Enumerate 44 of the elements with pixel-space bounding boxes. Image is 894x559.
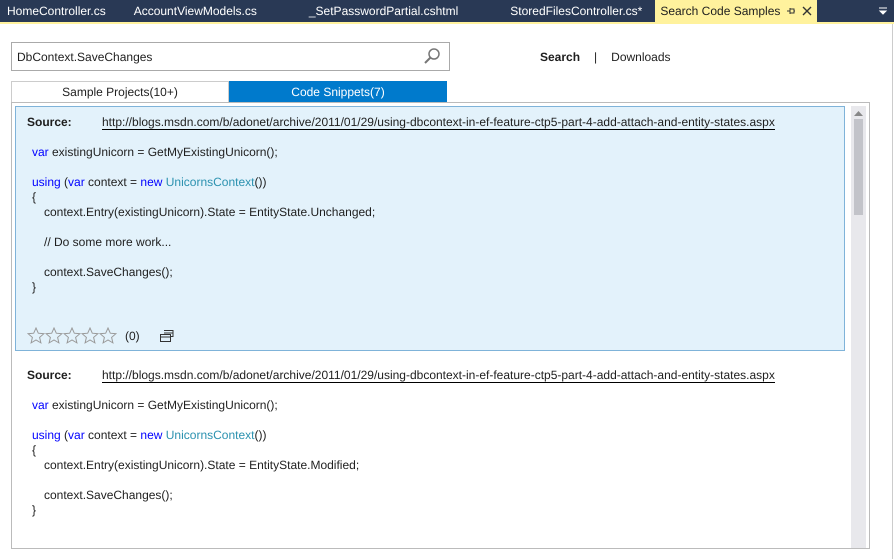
document-tab[interactable]: HomeController.cs: [2, 0, 111, 22]
copy-icon[interactable]: [160, 330, 174, 342]
scrollbar-thumb[interactable]: [854, 119, 863, 215]
code-line: context.SaveChanges();: [44, 488, 173, 502]
document-tab[interactable]: _SetPasswordPartial.cshtml: [304, 0, 464, 22]
pin-icon[interactable]: [786, 6, 796, 16]
nav-link[interactable]: Downloads: [611, 50, 671, 64]
code-line: using (var context = new UnicornsContext()): [32, 428, 266, 442]
star-icon[interactable]: [99, 327, 117, 344]
code-line: }: [32, 503, 36, 517]
result-tab[interactable]: Code Snippets(7): [229, 81, 447, 102]
link-separator: |: [594, 50, 598, 64]
code-line: var existingUnicorn = GetMyExistingUnicorn();: [32, 145, 278, 159]
star-icon[interactable]: [45, 327, 63, 344]
result-tab[interactable]: Sample Projects(10+): [11, 81, 229, 102]
code-line: context.Entry(existingUnicorn).State = EntityState.Modified;: [44, 458, 360, 472]
code-line: {: [32, 190, 36, 204]
source-label: Source:: [27, 368, 73, 383]
star-icon[interactable]: [63, 327, 81, 344]
code-line: context.Entry(existingUnicorn).State = EntityState.Unchanged;: [44, 205, 376, 219]
search-icon[interactable]: [423, 47, 441, 65]
source-link[interactable]: http://blogs.msdn.com/b/adonet/archive/2011/01/29/using-dbcontext-in-ef-feature-ctp5-part-4-add-attach-and-entity-states.aspx: [102, 115, 775, 130]
snippet-card[interactable]: [15, 106, 845, 351]
document-tab[interactable]: StoredFilesController.cs*: [505, 0, 648, 22]
source-link[interactable]: http://blogs.msdn.com/b/adonet/archive/2011/01/29/using-dbcontext-in-ef-feature-ctp5-part-4-add-attach-and-entity-states.aspx: [102, 368, 775, 383]
nav-link[interactable]: Search: [540, 50, 580, 64]
code-line: using (var context = new UnicornsContext()): [32, 175, 266, 189]
dropdown-icon[interactable]: [878, 7, 888, 15]
document-tab[interactable]: AccountViewModels.cs: [128, 0, 262, 22]
close-icon[interactable]: [802, 6, 812, 16]
document-tab[interactable]: Search Code Samples: [655, 0, 818, 22]
source-label: Source:: [27, 115, 73, 130]
star-icon[interactable]: [81, 327, 99, 344]
code-line: }: [32, 280, 36, 294]
search-field[interactable]: DbContext.SaveChanges: [11, 42, 450, 71]
code-line: // Do some more work...: [44, 235, 172, 249]
star-rating[interactable]: [27, 327, 117, 344]
code-line: var existingUnicorn = GetMyExistingUnicorn();: [32, 398, 278, 412]
scroll-up-icon[interactable]: [854, 110, 863, 116]
rating-count: (0): [125, 328, 140, 342]
code-line: {: [32, 443, 36, 457]
star-icon[interactable]: [27, 327, 45, 344]
code-line: context.SaveChanges();: [44, 265, 173, 279]
scrollbar[interactable]: [851, 106, 866, 548]
